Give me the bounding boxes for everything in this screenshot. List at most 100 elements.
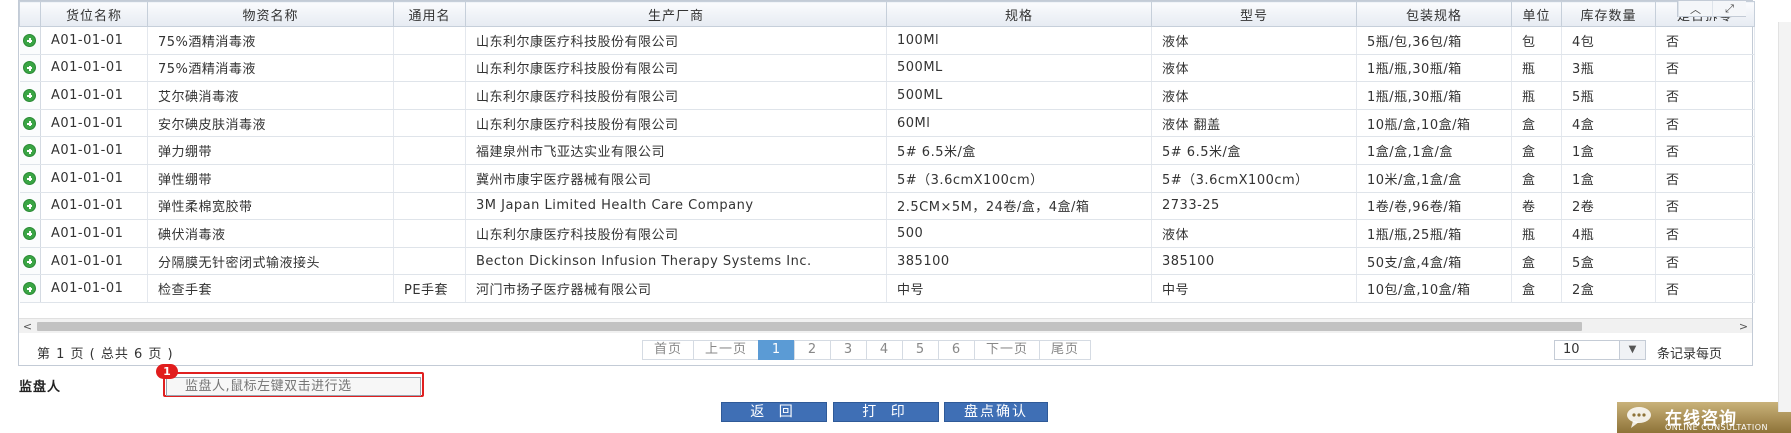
cell-generic-name bbox=[393, 26, 466, 55]
cell-stock: 5盒 bbox=[1561, 247, 1656, 276]
header-package[interactable]: 包装规格 bbox=[1356, 1, 1512, 27]
scroll-thumb[interactable] bbox=[37, 322, 1582, 331]
cell-stock: 3瓶 bbox=[1561, 54, 1656, 83]
cell-generic-name bbox=[393, 219, 466, 248]
cell-generic-name bbox=[393, 109, 466, 138]
table-row[interactable]: A01-01-01 弹力绷带 福建泉州市飞亚达实业有限公司 5# 6.5米/盒 5# 6… bbox=[19, 136, 1755, 165]
print-button[interactable]: 打 印 bbox=[833, 402, 939, 422]
expand-row-icon[interactable] bbox=[23, 199, 37, 213]
header-item-name[interactable]: 物资名称 bbox=[147, 1, 394, 27]
row-expand-cell[interactable] bbox=[19, 26, 41, 55]
chevron-down-icon[interactable]: ▼ bbox=[1619, 341, 1645, 359]
row-expand-cell[interactable] bbox=[19, 274, 41, 303]
horizontal-scrollbar[interactable]: < > bbox=[19, 318, 1752, 333]
first-page-button[interactable]: 首页 bbox=[642, 340, 695, 360]
page-1-button[interactable]: 1 bbox=[758, 340, 796, 360]
app-window: ︿ ⤢ 货位名称 物资名称 通用名 生产厂商 规格 型号 包装规格 单位 库存数… bbox=[0, 0, 1791, 433]
annotation-badge: 1 bbox=[156, 364, 178, 379]
header-generic-name[interactable]: 通用名 bbox=[393, 1, 466, 27]
expand-row-icon[interactable] bbox=[23, 254, 37, 268]
cell-generic-name: PE手套 bbox=[393, 274, 466, 303]
row-expand-cell[interactable] bbox=[19, 54, 41, 83]
page-vertical-scrollbar[interactable] bbox=[1778, 22, 1791, 412]
cell-spec: 中号 bbox=[886, 274, 1152, 303]
page-6-button[interactable]: 6 bbox=[938, 340, 976, 360]
scroll-right-icon[interactable]: > bbox=[1735, 319, 1752, 334]
cell-spec: 100Ml bbox=[886, 26, 1152, 55]
expand-row-icon[interactable] bbox=[23, 144, 37, 158]
cell-split: 否 bbox=[1655, 192, 1755, 221]
header-stock[interactable]: 库存数量 bbox=[1561, 1, 1656, 27]
confirm-inventory-button[interactable]: 盘点确认 bbox=[944, 402, 1048, 422]
cell-item-name: 75%酒精消毒液 bbox=[147, 54, 394, 83]
header-unit[interactable]: 单位 bbox=[1511, 1, 1562, 27]
table-row[interactable]: A01-01-01 分隔膜无针密闭式输液接头 Becton Dickinson In… bbox=[19, 247, 1755, 276]
table-row[interactable]: A01-01-01 检查手套 PE手套 河门市扬子医疗器械有限公司 中号 中号 10包/盒,… bbox=[19, 274, 1755, 303]
cell-package: 10瓶/盒,10盒/箱 bbox=[1356, 109, 1512, 138]
cell-stock: 2卷 bbox=[1561, 192, 1656, 221]
table-row[interactable]: A01-01-01 碘伏消毒液 山东利尔康医疗科技股份有限公司 500 液体 1瓶/瓶,2… bbox=[19, 219, 1755, 248]
row-expand-cell[interactable] bbox=[19, 192, 41, 221]
table-row[interactable]: A01-01-01 75%酒精消毒液 山东利尔康医疗科技股份有限公司 500ML 液体 1… bbox=[19, 54, 1755, 83]
expand-row-icon[interactable] bbox=[23, 33, 37, 47]
header-spec[interactable]: 规格 bbox=[886, 1, 1152, 27]
cell-model: 液体 bbox=[1151, 26, 1357, 55]
cell-stock: 4瓶 bbox=[1561, 219, 1656, 248]
cell-location: A01-01-01 bbox=[40, 109, 148, 138]
cell-stock: 2盒 bbox=[1561, 274, 1656, 303]
page-3-button[interactable]: 3 bbox=[830, 340, 868, 360]
cell-package: 1瓶/瓶,30瓶/箱 bbox=[1356, 81, 1512, 110]
last-page-button[interactable]: 尾页 bbox=[1039, 340, 1092, 360]
row-expand-cell[interactable] bbox=[19, 81, 41, 110]
expand-row-icon[interactable] bbox=[23, 282, 37, 296]
expand-row-icon[interactable] bbox=[23, 61, 37, 75]
expand-row-icon[interactable] bbox=[23, 116, 37, 130]
cell-manufacturer: 山东利尔康医疗科技股份有限公司 bbox=[465, 109, 887, 138]
cell-generic-name bbox=[393, 136, 466, 165]
scroll-left-icon[interactable]: < bbox=[19, 319, 36, 334]
header-model[interactable]: 型号 bbox=[1151, 1, 1357, 27]
table-row[interactable]: A01-01-01 安尔碘皮肤消毒液 山东利尔康医疗科技股份有限公司 60Ml 液体 翻… bbox=[19, 109, 1755, 138]
maximize-icon[interactable]: ⤢ bbox=[1712, 1, 1746, 17]
row-expand-cell[interactable] bbox=[19, 136, 41, 165]
page-4-button[interactable]: 4 bbox=[866, 340, 904, 360]
expand-row-icon[interactable] bbox=[23, 171, 37, 185]
monitor-label: 监盘人 bbox=[19, 380, 62, 395]
cell-generic-name bbox=[393, 54, 466, 83]
online-consult-widget[interactable]: 在线咨询 ONLINE CONSULTATION bbox=[1617, 402, 1791, 433]
header-location[interactable]: 货位名称 bbox=[40, 1, 148, 27]
table-row[interactable]: A01-01-01 弹性柔棉宽胶带 3M Japan Limited Health … bbox=[19, 192, 1755, 221]
page-5-button[interactable]: 5 bbox=[902, 340, 940, 360]
cell-location: A01-01-01 bbox=[40, 192, 148, 221]
cell-manufacturer: Becton Dickinson Infusion Therapy System… bbox=[465, 247, 887, 276]
cell-package: 10包/盒,10盒/箱 bbox=[1356, 274, 1512, 303]
prev-page-button[interactable]: 上一页 bbox=[693, 340, 760, 360]
cell-unit: 卷 bbox=[1511, 192, 1562, 221]
expand-row-icon[interactable] bbox=[23, 88, 37, 102]
page-size-select[interactable]: 10 ▼ bbox=[1554, 340, 1646, 360]
table-row[interactable]: A01-01-01 弹性绷带 冀州市康宇医疗器械有限公司 5#（3.6cmX100cm… bbox=[19, 164, 1755, 193]
cell-unit: 瓶 bbox=[1511, 81, 1562, 110]
cell-location: A01-01-01 bbox=[40, 54, 148, 83]
table-row[interactable]: A01-01-01 艾尔碘消毒液 山东利尔康医疗科技股份有限公司 500ML 液体 1瓶/… bbox=[19, 81, 1755, 110]
cell-model: 中号 bbox=[1151, 274, 1357, 303]
cell-split: 否 bbox=[1655, 109, 1755, 138]
expand-row-icon[interactable] bbox=[23, 226, 37, 240]
back-button[interactable]: 返 回 bbox=[721, 402, 827, 422]
cell-package: 1盒/盒,1盒/盒 bbox=[1356, 136, 1512, 165]
collapse-icon[interactable]: ︿ bbox=[1678, 1, 1712, 17]
cell-spec: 5# 6.5米/盒 bbox=[886, 136, 1152, 165]
cell-unit: 盒 bbox=[1511, 136, 1562, 165]
cell-unit: 瓶 bbox=[1511, 54, 1562, 83]
table-row[interactable]: A01-01-01 75%酒精消毒液 山东利尔康医疗科技股份有限公司 100Ml 液体 5… bbox=[19, 26, 1755, 55]
next-page-button[interactable]: 下一页 bbox=[974, 340, 1041, 360]
row-expand-cell[interactable] bbox=[19, 164, 41, 193]
cell-manufacturer: 福建泉州市飞亚达实业有限公司 bbox=[465, 136, 887, 165]
monitor-input[interactable] bbox=[166, 377, 421, 396]
cell-location: A01-01-01 bbox=[40, 219, 148, 248]
row-expand-cell[interactable] bbox=[19, 247, 41, 276]
page-2-button[interactable]: 2 bbox=[794, 340, 832, 360]
row-expand-cell[interactable] bbox=[19, 219, 41, 248]
header-manufacturer[interactable]: 生产厂商 bbox=[465, 1, 887, 27]
row-expand-cell[interactable] bbox=[19, 109, 41, 138]
